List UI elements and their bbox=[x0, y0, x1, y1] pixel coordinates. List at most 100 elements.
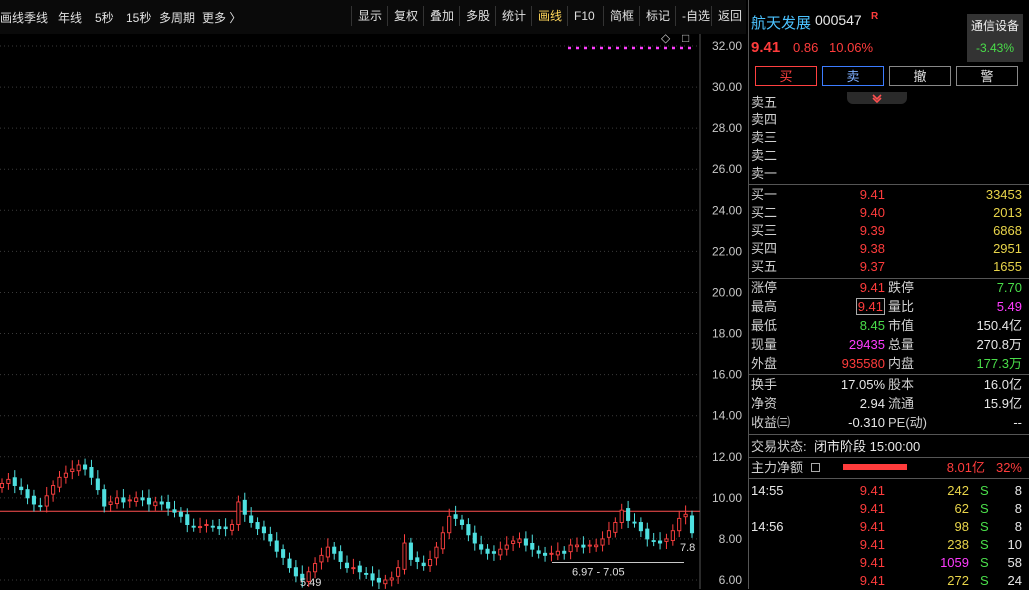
kline-svg[interactable]: 32.00 30.00 28.00 26.00 24.00 22.00 20.00 18.00… bbox=[0, 34, 746, 589]
candle-body bbox=[204, 524, 209, 526]
tick-row[interactable]: 14:55 9.41 242 S 8 bbox=[749, 482, 1029, 500]
tick-volume: 98 bbox=[954, 519, 969, 534]
tool-display[interactable]: 显示 bbox=[351, 6, 388, 26]
timeframe-more[interactable]: 更多 〉 bbox=[202, 9, 241, 26]
tick-row[interactable]: 9.41 238 S 10 bbox=[749, 536, 1029, 554]
bid-price: 9.37 bbox=[859, 259, 885, 274]
ask-row-2[interactable]: 卖二 bbox=[749, 147, 1029, 165]
candle-body bbox=[530, 542, 535, 550]
candle-body bbox=[568, 544, 573, 553]
sell-button[interactable]: 卖 bbox=[822, 66, 884, 86]
candle-body bbox=[370, 573, 375, 581]
stat-value: 29435 bbox=[848, 337, 885, 352]
tool-remove-watchlist[interactable]: -自选 bbox=[675, 6, 716, 26]
y-tick-label: 24.00 bbox=[712, 203, 742, 217]
stat-row: 涨停 9.41 跌停 7.70 bbox=[749, 279, 1029, 297]
tool-multi-stock[interactable]: 多股 bbox=[459, 6, 496, 26]
ask-row-1[interactable]: 卖一 bbox=[749, 165, 1029, 183]
tool-mark[interactable]: 标记 bbox=[639, 6, 676, 26]
ask-label: 卖二 bbox=[751, 148, 778, 163]
candle-body bbox=[198, 526, 203, 529]
main-flow-row[interactable]: 主力净额 8.01亿 32% bbox=[749, 459, 1029, 477]
main-flow-pct: 32% bbox=[995, 460, 1022, 475]
tick-price: 9.41 bbox=[859, 573, 885, 588]
sector-box[interactable]: 通信设备 -3.43% bbox=[967, 14, 1023, 62]
tick-time: 14:56 bbox=[751, 519, 784, 534]
candle-body bbox=[632, 521, 637, 524]
candle-body bbox=[159, 501, 164, 505]
fundamental-row: 净资 2.94 流通 15.9亿 bbox=[749, 395, 1029, 413]
cancel-order-button[interactable]: 撤 bbox=[889, 66, 951, 86]
bid-price: 9.39 bbox=[859, 223, 885, 238]
tick-price: 9.41 bbox=[859, 483, 885, 498]
candle-body bbox=[587, 544, 592, 547]
y-tick-label: 12.00 bbox=[712, 450, 742, 464]
alert-button[interactable]: 警 bbox=[956, 66, 1018, 86]
fundamental-label: 换手 bbox=[751, 377, 778, 392]
tool-simple-frame[interactable]: 简框 bbox=[603, 6, 640, 26]
candle-body bbox=[255, 522, 260, 530]
chart-window-icon[interactable]: □ bbox=[682, 31, 689, 45]
tool-overlay[interactable]: 叠加 bbox=[423, 6, 460, 26]
tool-statistics[interactable]: 统计 bbox=[495, 6, 532, 26]
candle-body bbox=[261, 526, 266, 534]
kline-chart[interactable]: 32.00 30.00 28.00 26.00 24.00 22.00 20.00 18.00… bbox=[0, 31, 746, 589]
candle-body bbox=[517, 538, 522, 544]
candle-body bbox=[89, 466, 94, 478]
timeframe-5s[interactable]: 5秒 bbox=[95, 9, 114, 26]
bid-row-5[interactable]: 买五 9.37 1655 bbox=[749, 258, 1029, 276]
timeframe-15s[interactable]: 15秒 bbox=[126, 9, 151, 26]
tool-back[interactable]: 返回 bbox=[711, 6, 748, 26]
candle-body bbox=[447, 515, 452, 534]
candle-body bbox=[274, 540, 279, 552]
candle-body bbox=[166, 501, 171, 509]
candle-body bbox=[172, 509, 177, 513]
y-tick-label: 18.00 bbox=[712, 327, 742, 341]
timeframe-0[interactable]: 画线 bbox=[0, 9, 24, 26]
list-icon[interactable] bbox=[811, 463, 820, 472]
tick-count: 24 bbox=[1007, 573, 1022, 588]
tool-draw-line[interactable]: 画线 bbox=[531, 6, 568, 26]
tool-f10[interactable]: F10 bbox=[567, 6, 601, 26]
tick-row[interactable]: 14:56 9.41 98 S 8 bbox=[749, 518, 1029, 536]
timeframe-quarter[interactable]: 季线 bbox=[24, 9, 48, 26]
fundamental-row: 换手 17.05% 股本 16.0亿 bbox=[749, 376, 1029, 394]
candle-body bbox=[536, 550, 541, 554]
stat-label: 涨停 bbox=[751, 280, 778, 295]
fundamental-value: 2.94 bbox=[859, 396, 885, 411]
candle-body bbox=[338, 551, 343, 562]
y-tick-label: 28.00 bbox=[712, 121, 742, 135]
stat-row: 最高 9.41 量比 5.49 bbox=[749, 298, 1029, 316]
y-tick-label: 30.00 bbox=[712, 80, 742, 94]
sector-name: 通信设备 bbox=[970, 19, 1019, 33]
candle-body bbox=[376, 577, 381, 583]
bid-row-4[interactable]: 买四 9.38 2951 bbox=[749, 240, 1029, 258]
ask-row-4[interactable]: 卖四 bbox=[749, 111, 1029, 129]
tool-adjust[interactable]: 复权 bbox=[387, 6, 424, 26]
timeframe-multi[interactable]: 多周期 bbox=[159, 9, 195, 26]
ask-row-5[interactable]: 卖五 bbox=[749, 94, 1029, 112]
bid-row-2[interactable]: 买二 9.40 2013 bbox=[749, 204, 1029, 222]
tick-row[interactable]: 9.41 1059 S 58 bbox=[749, 554, 1029, 572]
stat-row: 现量 29435 总量 270.8万 bbox=[749, 336, 1029, 354]
tick-row[interactable]: 9.41 272 S 24 bbox=[749, 572, 1029, 590]
bid-volume: 6868 bbox=[993, 223, 1022, 238]
bid-row-3[interactable]: 买三 9.39 6868 bbox=[749, 222, 1029, 240]
buy-button[interactable]: 买 bbox=[755, 66, 817, 86]
ask-row-3[interactable]: 卖三 bbox=[749, 129, 1029, 147]
candle-body bbox=[606, 530, 611, 538]
timeframe-year[interactable]: 年线 bbox=[58, 9, 82, 26]
candle-body bbox=[332, 546, 337, 554]
stat-label: 跌停 bbox=[888, 280, 915, 295]
tick-side: S bbox=[980, 537, 989, 552]
chart-diamond-icon[interactable]: ◇ bbox=[661, 31, 670, 45]
y-tick-label: 26.00 bbox=[712, 162, 742, 176]
divider bbox=[749, 184, 1029, 185]
tick-count: 8 bbox=[1014, 483, 1022, 498]
main-flow-label: 主力净额 bbox=[751, 460, 804, 475]
candle-body bbox=[325, 546, 330, 558]
candle-body bbox=[491, 551, 496, 554]
bid-row-1[interactable]: 买一 9.41 33453 bbox=[749, 186, 1029, 204]
tick-row[interactable]: 9.41 62 S 8 bbox=[749, 500, 1029, 518]
tick-side: S bbox=[980, 501, 989, 516]
